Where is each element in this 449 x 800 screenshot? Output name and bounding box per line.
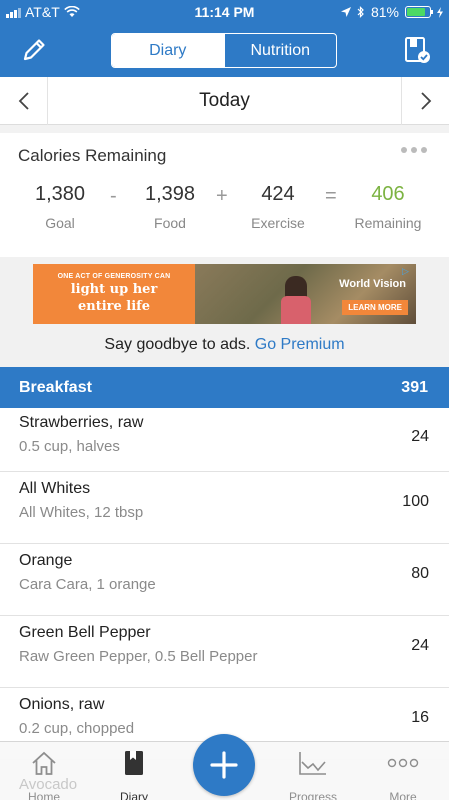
chevron-right-icon (420, 92, 431, 110)
list-item[interactable]: Orange Cara Cara, 1 orange 80 (0, 544, 449, 616)
food-list: Strawberries, raw 0.5 cup, halves 24 All… (0, 408, 449, 760)
more-options-icon[interactable] (401, 147, 427, 153)
remaining-label: Remaining (354, 215, 422, 231)
remaining-stat: 406 Remaining (348, 183, 428, 231)
remaining-value: 406 (371, 183, 405, 205)
adchoices-icon[interactable]: ▷ (402, 266, 414, 276)
ad-headline-1: light up her (70, 282, 158, 297)
date-title[interactable]: Today (48, 77, 401, 125)
tab-diary-nav[interactable]: Diary (99, 748, 169, 800)
exercise-label: Exercise (251, 215, 305, 231)
divider (0, 125, 449, 133)
tab-diary-label: Diary (119, 790, 148, 800)
charging-icon (437, 6, 443, 18)
chevron-left-icon (18, 92, 29, 110)
battery-label: 81% (370, 4, 399, 20)
meal-header-breakfast[interactable]: Breakfast 391 (0, 367, 449, 408)
goal-label: Goal (45, 215, 75, 231)
ad-headline-2: entire life (77, 299, 151, 314)
food-label: Food (154, 215, 186, 231)
list-item[interactable]: Green Bell Pepper Raw Green Pepper, 0.5 … (0, 616, 449, 688)
food-calories: 100 (402, 493, 429, 510)
more-icon (387, 758, 419, 768)
bluetooth-icon (357, 6, 364, 18)
food-name: Onions, raw (19, 696, 105, 713)
tab-home[interactable]: Home (9, 748, 79, 800)
tab-nutrition[interactable]: Nutrition (223, 34, 337, 67)
equals-operator: = (325, 185, 337, 207)
tab-home-label: Home (27, 790, 60, 800)
home-icon (32, 751, 56, 775)
ad-photo: World Vision LEARN MORE ▷ (195, 264, 416, 324)
food-calories: 80 (411, 565, 429, 582)
tab-diary[interactable]: Diary (112, 34, 224, 67)
food-serving: All Whites, 12 tbsp (19, 504, 144, 521)
food-serving: Raw Green Pepper, 0.5 Bell Pepper (19, 648, 258, 665)
food-serving: 0.2 cup, chopped (19, 720, 135, 737)
diary-nutrition-toggle: Diary Nutrition (111, 33, 337, 68)
tab-progress[interactable]: Progress (278, 748, 348, 800)
previous-day-button[interactable] (0, 77, 48, 125)
ad-brand: World Vision (339, 278, 406, 290)
meal-name: Breakfast (19, 379, 92, 396)
food-serving: Cara Cara, 1 orange (19, 576, 156, 593)
plus-operator: + (216, 185, 228, 207)
goal-stat: 1,380 Goal (22, 183, 98, 231)
food-value: 1,398 (144, 183, 196, 205)
food-name: All Whites (19, 480, 91, 497)
plus-icon (210, 751, 238, 779)
add-entry-button[interactable] (193, 734, 255, 796)
food-calories: 16 (411, 709, 429, 726)
ad-learn-more[interactable]: LEARN MORE (342, 300, 408, 315)
exercise-value: 424 (261, 183, 295, 205)
food-name: Orange (19, 552, 73, 569)
ad-tagline: ONE ACT OF GENEROSITY CAN (57, 273, 171, 280)
calories-remaining-card[interactable]: Calories Remaining 1,380 Goal - 1,398 Fo… (0, 133, 449, 257)
battery-icon (405, 6, 433, 18)
calories-remaining-title: Calories Remaining (18, 146, 167, 165)
premium-promo-text: Say goodbye to ads. (104, 336, 251, 353)
ad-banner[interactable]: ONE ACT OF GENEROSITY CAN light up her e… (33, 264, 416, 324)
list-item[interactable]: All Whites All Whites, 12 tbsp 100 (0, 472, 449, 544)
date-navigator: Today (0, 77, 449, 125)
food-stat: 1,398 Food (132, 183, 208, 231)
edit-icon[interactable] (20, 36, 48, 64)
minus-operator: - (110, 185, 117, 207)
premium-promo: Say goodbye to ads. Go Premium (0, 336, 449, 354)
food-name: Strawberries, raw (19, 414, 144, 431)
food-calories: 24 (411, 428, 429, 445)
ad-section: ONE ACT OF GENEROSITY CAN light up her e… (0, 257, 449, 367)
meal-calories: 391 (401, 379, 428, 396)
go-premium-link[interactable]: Go Premium (255, 336, 345, 353)
status-bar: AT&T 11:14 PM 81% (0, 0, 449, 24)
tab-progress-label: Progress (288, 790, 338, 800)
next-day-button[interactable] (401, 77, 449, 125)
goal-value: 1,380 (34, 183, 86, 205)
food-serving: 0.5 cup, halves (19, 438, 120, 455)
app-header: AT&T 11:14 PM 81% Diary Nutrition (0, 0, 449, 77)
location-icon (340, 7, 351, 17)
tab-more[interactable]: More (368, 748, 438, 800)
progress-icon (299, 752, 326, 775)
tab-more-label: More (389, 790, 417, 800)
complete-diary-icon[interactable] (403, 36, 431, 64)
diary-icon (125, 751, 143, 775)
food-calories: 24 (411, 637, 429, 654)
list-item[interactable]: Strawberries, raw 0.5 cup, halves 24 (0, 408, 449, 472)
exercise-stat: 424 Exercise (240, 183, 316, 231)
food-name: Green Bell Pepper (19, 624, 151, 641)
